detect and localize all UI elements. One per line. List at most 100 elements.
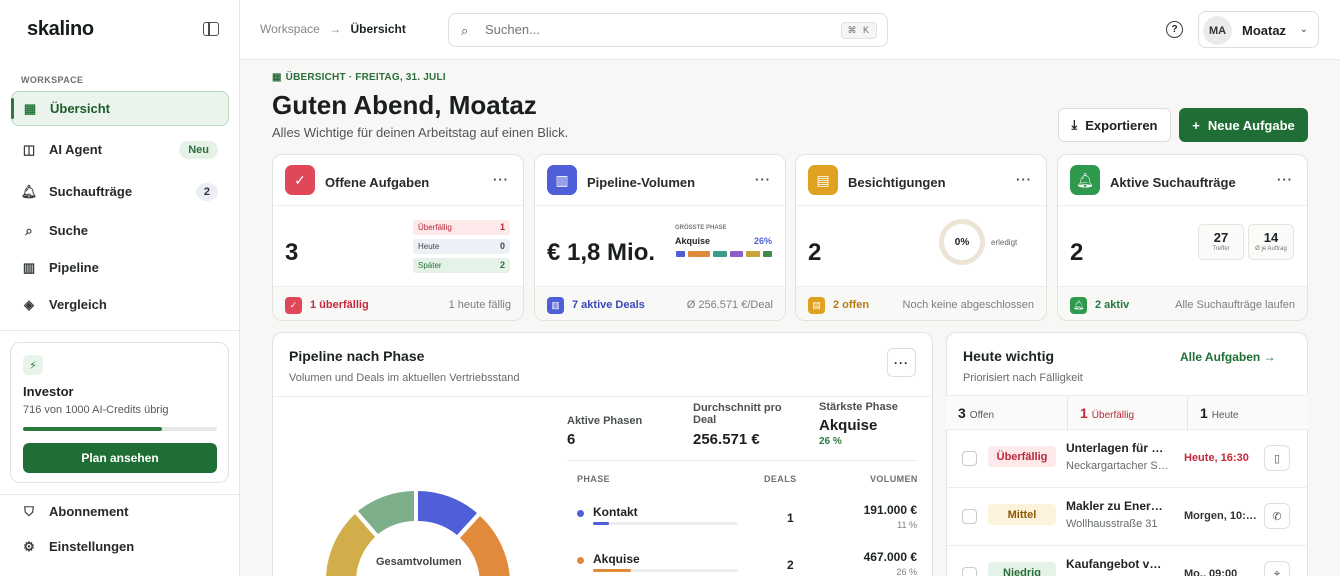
task-checkbox[interactable] bbox=[962, 567, 977, 576]
stat-value: 6 bbox=[567, 431, 576, 448]
kpi-card-pipeline-volume[interactable]: ▥ Pipeline-Volumen ··· € 1,8 Mio. GRÖSST… bbox=[534, 154, 786, 321]
sidebar-item-vergleich[interactable]: ◈ Vergleich bbox=[11, 287, 229, 322]
count-overdue[interactable]: 1 Überfällig bbox=[1080, 405, 1134, 421]
user-menu[interactable]: MA Moataz ⌄ bbox=[1198, 11, 1319, 48]
sidebar: skalino WORKSPACE ▦ Übersicht ◫ AI Agent… bbox=[0, 0, 240, 576]
kpi-card-viewings[interactable]: ▤ Besichtigungen ··· 2 0% erledigt ▤ 2 o… bbox=[795, 154, 1047, 321]
download-icon: ⤓ bbox=[1071, 117, 1078, 132]
page-subtitle: Alles Wichtige für deinen Arbeitstag auf… bbox=[272, 125, 569, 140]
row-label: Überfällig bbox=[418, 223, 452, 232]
segment bbox=[688, 251, 710, 257]
kanban-icon: ▥ bbox=[22, 259, 36, 275]
search-input[interactable] bbox=[485, 22, 785, 37]
footer-right: Alle Suchaufträge laufen bbox=[1175, 299, 1295, 311]
sidebar-toggle-icon[interactable] bbox=[203, 22, 219, 36]
today-row: Heute 0 bbox=[413, 239, 510, 254]
ring-value: 0% bbox=[954, 236, 970, 248]
task-summary: 3 Offen 1 Überfällig 1 Heute bbox=[946, 395, 1308, 431]
export-button[interactable]: ⤓ Exportieren bbox=[1058, 108, 1171, 142]
pin-icon[interactable]: ⌖ bbox=[1264, 561, 1290, 576]
footer-left: 2 offen bbox=[833, 299, 870, 311]
breadcrumb: Workspace → Übersicht bbox=[260, 22, 406, 36]
stat-label: Ø je Auftrag bbox=[1255, 246, 1287, 252]
column-header-phase: PHASE bbox=[577, 474, 611, 484]
task-row[interactable]: Niedrig Kaufangebot v… Mo., 09:00 ⌖ bbox=[946, 546, 1308, 576]
phase-pct: 26 % bbox=[896, 567, 917, 576]
more-icon[interactable]: ··· bbox=[887, 348, 916, 377]
all-tasks-link[interactable]: Alle Aufgaben → bbox=[1180, 350, 1276, 364]
task-due: Heute, 16:30 bbox=[1184, 452, 1249, 464]
kpi-footer: 🔔︎ 2 aktiv Alle Suchaufträge laufen bbox=[1058, 286, 1307, 320]
sidebar-item-suche[interactable]: ⌕ Suche bbox=[11, 213, 229, 248]
sidebar-item-label: Übersicht bbox=[50, 101, 110, 116]
phase-name: Kontakt bbox=[593, 505, 638, 519]
task-due: Mo., 09:00 bbox=[1184, 568, 1238, 576]
kpi-title: Aktive Suchaufträge bbox=[1110, 175, 1236, 190]
help-icon[interactable]: ? bbox=[1166, 21, 1183, 38]
more-icon[interactable]: ··· bbox=[1016, 172, 1032, 187]
panel-title: Heute wichtig bbox=[963, 348, 1055, 364]
task-due: Morgen, 10:… bbox=[1184, 510, 1257, 522]
divider bbox=[1067, 396, 1068, 431]
credits-progress-fill bbox=[23, 427, 162, 431]
sidebar-item-abonnement[interactable]: ⛉ Abonnement bbox=[11, 494, 229, 529]
table-row[interactable]: Kontakt 1 191.000 € 11 % bbox=[577, 500, 917, 542]
export-label: Exportieren bbox=[1085, 117, 1158, 133]
stat-label: Durchschnitt pro Deal bbox=[693, 402, 782, 426]
sidebar-item-uebersicht[interactable]: ▦ Übersicht bbox=[11, 91, 229, 126]
grid-icon: ▦ bbox=[23, 100, 37, 116]
column-header-deals: DEALS bbox=[764, 474, 797, 484]
view-plan-button[interactable]: Plan ansehen bbox=[23, 443, 217, 473]
arrow-right-icon: → bbox=[1263, 350, 1276, 364]
phase-pct: 11 % bbox=[897, 520, 917, 530]
file-icon[interactable]: ▯ bbox=[1264, 445, 1290, 471]
more-icon[interactable]: ··· bbox=[493, 172, 509, 187]
sidebar-item-pipeline[interactable]: ▥ Pipeline bbox=[11, 250, 229, 285]
stat-value: 27 bbox=[1213, 230, 1229, 245]
more-icon[interactable]: ··· bbox=[755, 172, 771, 187]
row-value: 2 bbox=[499, 260, 505, 270]
phase-bar bbox=[593, 569, 738, 572]
kpi-footer: ▥ 7 aktive Deals Ø 256.571 €/Deal bbox=[535, 286, 785, 320]
phone-icon[interactable]: ✆ bbox=[1264, 503, 1290, 529]
count-today[interactable]: 1 Heute bbox=[1200, 405, 1238, 421]
task-title: Kaufangebot v… bbox=[1066, 557, 1162, 571]
stat-extra: 26 % bbox=[819, 436, 842, 447]
new-task-button[interactable]: + Neue Aufgabe bbox=[1179, 108, 1308, 142]
sidebar-item-einstellungen[interactable]: ⚙ Einstellungen bbox=[11, 529, 229, 564]
task-row[interactable]: Mittel Makler zu Ener… Wollhausstraße 31… bbox=[946, 488, 1308, 546]
divider bbox=[567, 460, 917, 461]
kpi-card-open-tasks[interactable]: ✓ Offene Aufgaben ··· 3 Überfällig 1 Heut… bbox=[272, 154, 524, 321]
task-row[interactable]: Überfällig Unterlagen für … Neckargartac… bbox=[946, 430, 1308, 488]
deal-count: 1 bbox=[787, 511, 794, 525]
chevron-down-icon: ⌄ bbox=[1299, 24, 1308, 35]
breadcrumb-root[interactable]: Workspace bbox=[260, 22, 320, 36]
task-checkbox[interactable] bbox=[962, 451, 977, 466]
hits-stat: 27 Treffer bbox=[1198, 224, 1244, 260]
app-logo[interactable]: skalino bbox=[27, 18, 94, 41]
sidebar-item-suchauftraege[interactable]: 🔔︎ Suchaufträge 2 bbox=[11, 174, 229, 209]
kpi-card-active-searches[interactable]: 🔔︎ Aktive Suchaufträge ··· 2 27 Treffer 1… bbox=[1057, 154, 1308, 321]
segment bbox=[713, 251, 727, 257]
progress-ring: 0% bbox=[939, 219, 985, 265]
phase-label: GRÖSSTE PHASE bbox=[675, 225, 727, 231]
kpi-title: Offene Aufgaben bbox=[325, 175, 430, 190]
count-badge: 2 bbox=[195, 182, 218, 201]
sidebar-item-label: Pipeline bbox=[49, 260, 99, 275]
panel-subtitle: Priorisiert nach Fälligkeit bbox=[963, 372, 1083, 384]
count-open[interactable]: 3 Offen bbox=[958, 405, 994, 421]
column-header-volume: VOLUMEN bbox=[870, 474, 918, 484]
search-box[interactable]: ⌕ ⌘ K bbox=[448, 13, 888, 47]
task-checkbox[interactable] bbox=[962, 509, 977, 524]
sidebar-item-ai-agent[interactable]: ◫ AI Agent Neu bbox=[11, 132, 229, 167]
phase-bar-fill bbox=[593, 569, 631, 572]
kpi-value: € 1,8 Mio. bbox=[547, 239, 656, 266]
grid-icon: ▦ bbox=[272, 72, 282, 83]
segment bbox=[746, 251, 760, 257]
priority-badge: Überfällig bbox=[988, 446, 1056, 467]
task-title: Makler zu Ener… bbox=[1066, 499, 1163, 513]
kpi-value: 2 bbox=[1070, 239, 1084, 266]
search-icon: ⌕ bbox=[461, 23, 469, 38]
table-row[interactable]: Akquise 2 467.000 € 26 % bbox=[577, 547, 917, 576]
more-icon[interactable]: ··· bbox=[1277, 172, 1293, 187]
